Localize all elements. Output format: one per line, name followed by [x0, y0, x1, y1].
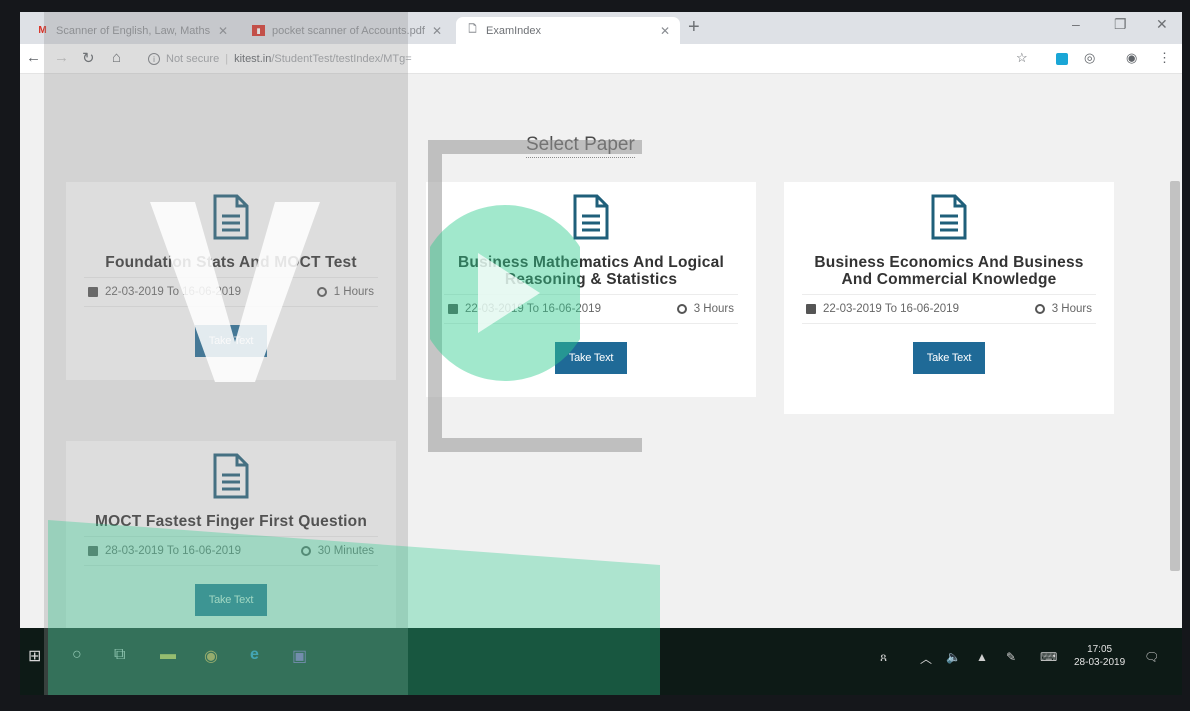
browser-toolbar: ← → ↻ ⌂ i Not secure | kitest.in/Student… [20, 44, 1182, 74]
page-icon: 🗋 [468, 24, 477, 35]
paper-title: Business Mathematics And Logical Reasoni… [458, 254, 724, 288]
screen: M Scanner of English, Law, Maths ✕ ▮ poc… [20, 12, 1182, 695]
reload-icon[interactable]: ↻ [82, 49, 95, 67]
paper-card: Foundation Stats And MOCT Test 22-03-201… [66, 182, 396, 380]
clock-icon [300, 546, 311, 556]
calendar-icon [448, 304, 458, 314]
take-test-button[interactable]: Take Text [912, 342, 986, 374]
paper-title: Foundation Stats And MOCT Test [105, 254, 357, 271]
onenote-icon[interactable]: ▣ [292, 646, 307, 666]
close-icon[interactable]: ✕ [218, 24, 228, 38]
clock-icon [316, 287, 327, 297]
window-close-icon[interactable]: ✕ [1156, 16, 1168, 33]
paper-dates: 22-03-2019 To 16-06-2019 [823, 303, 959, 315]
new-tab-icon[interactable]: + [688, 16, 700, 39]
gmail-icon: M [38, 25, 47, 36]
page-title: Select Paper [526, 134, 635, 158]
windows-taskbar: ⊞ ○ ⧉ ▬ ◉ e ▣ ጸ ︿ 🔈 ▲ ✎ ⌨ 17:05 28-03-20… [20, 628, 1182, 695]
close-icon[interactable]: ✕ [432, 24, 442, 38]
monitor-frame: M Scanner of English, Law, Maths ✕ ▮ poc… [0, 0, 1190, 711]
paper-title: Business Economics And Business And Comm… [814, 254, 1084, 288]
document-icon [573, 194, 609, 240]
paper-dates: 28-03-2019 To 16-06-2019 [105, 545, 241, 557]
clock-time: 17:05 [1087, 644, 1113, 655]
windows-start-icon[interactable]: ⊞ [28, 646, 41, 666]
chrome-icon[interactable]: ◉ [204, 646, 218, 666]
paper-duration: 30 Minutes [317, 545, 374, 557]
extension-icon[interactable] [1056, 53, 1068, 68]
edge-icon[interactable]: e [250, 646, 259, 664]
calendar-icon [806, 304, 816, 314]
volume-icon[interactable]: 🔈 [946, 650, 961, 664]
document-icon [213, 194, 249, 240]
security-label: Not secure [166, 53, 220, 65]
people-icon[interactable]: ጸ [880, 650, 887, 665]
paper-card: Business Economics And Business And Comm… [784, 182, 1114, 414]
paper-duration: 3 Hours [1051, 303, 1092, 315]
minimize-icon[interactable]: – [1072, 16, 1080, 32]
tab-examindex[interactable]: 🗋 ExamIndex ✕ [456, 17, 680, 44]
paper-dates: 22-03-2019 To 16-06-2019 [465, 303, 601, 315]
task-view-icon[interactable]: ⧉ [114, 646, 125, 664]
clock-date: 28-03-2019 [1074, 657, 1126, 668]
tab-title: pocket scanner of Accounts.pdf [272, 24, 425, 37]
chevron-up-icon[interactable]: ︿ [920, 650, 932, 667]
tab-title: Scanner of English, Law, Maths [56, 24, 211, 37]
url-host: kitest.in [234, 53, 272, 65]
network-icon[interactable]: ▲ [976, 650, 988, 664]
browser-tab-strip: M Scanner of English, Law, Maths ✕ ▮ poc… [20, 12, 1182, 44]
maximize-icon[interactable]: ❐ [1114, 16, 1127, 33]
clock-icon [676, 304, 687, 314]
tab-title: ExamIndex [486, 24, 542, 37]
calendar-icon [88, 546, 98, 556]
sync-extension-icon[interactable]: ◎ [1084, 50, 1095, 66]
calendar-icon [88, 287, 98, 297]
pen-icon[interactable]: ✎ [1006, 650, 1016, 664]
url-path: /StudentTest/testIndex/MTg= [271, 53, 412, 65]
tab-gmail[interactable]: M Scanner of English, Law, Maths ✕ [26, 17, 238, 44]
menu-kebab-icon[interactable]: ⋮ [1158, 50, 1171, 66]
tab-pdf[interactable]: ▮ pocket scanner of Accounts.pdf ✕ [242, 17, 452, 44]
paper-duration: 3 Hours [693, 303, 734, 315]
clock-icon [1034, 304, 1045, 314]
paper-card: MOCT Fastest Finger First Question 28-03… [66, 441, 396, 641]
url-separator: | [225, 53, 229, 65]
page-scrollbar[interactable] [1170, 181, 1180, 571]
take-test-button[interactable]: Take Text [194, 584, 268, 616]
paper-title: MOCT Fastest Finger First Question [94, 513, 368, 530]
taskbar-clock[interactable]: 17:05 28-03-2019 [1074, 643, 1125, 669]
page-content: Select Paper Foundation Stats And MOCT T… [20, 75, 1182, 641]
notifications-icon[interactable]: 🗨 [1144, 650, 1159, 664]
address-bar[interactable]: i Not secure | kitest.in/StudentTest/tes… [148, 48, 1028, 70]
profile-avatar-icon[interactable]: ◉ [1126, 50, 1137, 66]
info-icon[interactable]: i [148, 53, 160, 65]
bookmark-star-icon[interactable]: ☆ [1016, 50, 1028, 66]
take-test-button[interactable]: Take Text [194, 325, 268, 357]
document-icon [213, 453, 249, 499]
keyboard-icon[interactable]: ⌨ [1040, 650, 1057, 664]
search-circle-icon[interactable]: ○ [72, 646, 82, 664]
paper-meta: 28-03-2019 To 16-06-2019 30 Minutes [84, 536, 378, 566]
paper-meta: 22-03-2019 To 16-06-2019 1 Hours [84, 277, 378, 307]
paper-dates: 22-03-2019 To 16-06-2019 [105, 286, 241, 298]
file-explorer-icon[interactable]: ▬ [160, 646, 176, 664]
document-icon [931, 194, 967, 240]
back-arrow-icon[interactable]: ← [26, 49, 41, 66]
home-icon[interactable]: ⌂ [112, 49, 121, 66]
paper-meta: 22-03-2019 To 16-06-2019 3 Hours [802, 294, 1096, 324]
pdf-icon: ▮ [252, 25, 265, 36]
close-icon[interactable]: ✕ [660, 24, 670, 38]
take-test-button[interactable]: Take Text [554, 342, 628, 374]
paper-card: Business Mathematics And Logical Reasoni… [426, 182, 756, 397]
forward-arrow-icon[interactable]: → [54, 49, 69, 66]
paper-duration: 1 Hours [333, 286, 374, 298]
paper-meta: 22-03-2019 To 16-06-2019 3 Hours [444, 294, 738, 324]
